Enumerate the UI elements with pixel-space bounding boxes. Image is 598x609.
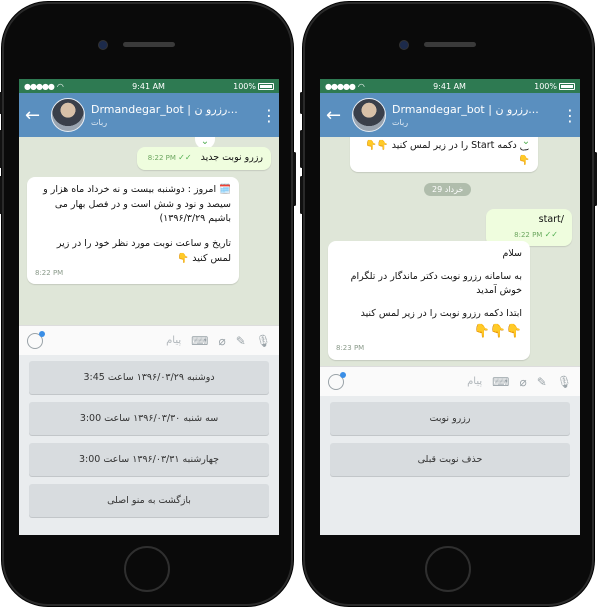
main-menu-button[interactable]: بازگشت به منو اصلی (29, 484, 269, 517)
power-button (293, 152, 296, 206)
avatar[interactable] (51, 98, 85, 132)
pointing-down-icon: 👇👇👇 (473, 323, 522, 339)
message-list[interactable]: وع دکمه Start را در زیر لمس کنید 👇👇👇 ⌄ 2… (320, 137, 580, 366)
power-button (594, 152, 597, 206)
message-time: 8:23 PM (336, 344, 365, 353)
battery-percent: 100% (233, 81, 256, 91)
chat-title: Drmandegar_bot | رزرو ن... (91, 103, 238, 116)
wifi-icon: ◠ (56, 81, 64, 91)
chat-subtitle: ربات (91, 118, 108, 127)
earpiece-speaker (123, 42, 175, 47)
wifi-icon: ◠ (357, 81, 365, 91)
chat-subtitle: ربات (392, 118, 409, 127)
message-time: 8:22 PM ✓✓ (514, 229, 558, 239)
message-text-line1: 🗓️ امروز : دوشنبه بیست و نه خرداد ماه هز… (43, 184, 231, 225)
screen: ●●●●● ◠ 9:41 AM 100% ← Drmandegar_bot | ر… (19, 79, 279, 535)
slot-button-2[interactable]: سه شنبه ۱۳۹۶/۰۳/۳۰ ساعت 3:00 (29, 402, 269, 435)
more-menu-icon[interactable]: ⋮ (562, 106, 578, 125)
mute-switch (300, 92, 303, 114)
sticker-icon[interactable]: ✎ (537, 375, 547, 389)
outgoing-message[interactable]: رزرو نوبت جدید 8:22 PM ✓✓ (137, 147, 271, 170)
message-composer: پیام ⌨ ⌀ ✎ 🎙 (320, 366, 580, 396)
incoming-message-partial[interactable]: وع دکمه Start را در زیر لمس کنید 👇👇👇 (350, 137, 538, 173)
message-time: 8:22 PM ✓✓ (147, 153, 192, 162)
phone-left: ●●●●● ◠ 9:41 AM 100% ← Drmandegar_bot | ر… (0, 2, 296, 606)
avatar[interactable] (352, 98, 386, 132)
emoji-icon[interactable] (328, 371, 346, 390)
incoming-message[interactable]: سلام به سامانه رزرو نوبت دکتر ماندگار در… (328, 241, 530, 360)
message-time: 8:22 PM (35, 268, 64, 277)
read-check-icon: ✓✓ (178, 153, 192, 162)
earpiece-speaker (424, 42, 476, 47)
home-button[interactable] (425, 546, 471, 592)
attach-icon[interactable]: ⌀ (519, 375, 526, 389)
signal-icon: ●●●●● (325, 81, 356, 91)
keyboard-icon[interactable]: ⌨ (492, 375, 509, 389)
battery-icon (258, 82, 274, 90)
more-menu-icon[interactable]: ⋮ (261, 106, 277, 125)
status-bar: ●●●●● ◠ 9:41 AM 100% (320, 79, 580, 93)
message-input[interactable]: پیام (354, 376, 482, 387)
bot-keyboard: دوشنبه ۱۳۹۶/۰۳/۲۹ ساعت 3:45 سه شنبه ۱۳۹۶… (19, 355, 279, 535)
message-text: /start (538, 214, 564, 225)
incoming-message[interactable]: 🗓️ امروز : دوشنبه بیست و نه خرداد ماه هز… (27, 177, 239, 285)
volume-down-button (300, 176, 303, 214)
chat-header: ← Drmandegar_bot | رزرو ن... ربات ⋮ (19, 93, 279, 137)
volume-down-button (0, 176, 2, 214)
back-arrow-icon[interactable]: ← (326, 105, 348, 126)
keyboard-icon[interactable]: ⌨ (191, 334, 208, 348)
slot-button-3[interactable]: چهارشنبه ۱۳۹۶/۰۳/۳۱ ساعت 3:00 (29, 443, 269, 476)
message-text: وع دکمه Start را در زیر لمس کنید 👇👇👇 (365, 140, 530, 166)
volume-up-button (300, 130, 303, 168)
message-text-line2: ابتدا دکمه رزرو نوبت را در زیر لمس کنید (360, 308, 522, 320)
status-time: 9:41 AM (132, 81, 165, 91)
chat-title: Drmandegar_bot | رزرو ن... (392, 103, 539, 116)
battery-icon (559, 82, 575, 90)
message-list[interactable]: ⌄ رزرو نوبت جدید 8:22 PM ✓✓ 🗓️ امروز : د… (19, 137, 279, 325)
mute-switch (0, 92, 2, 114)
message-text-line1: به سامانه رزرو نوبت دکتر ماندگار در تلگر… (350, 270, 522, 297)
date-separator: 29 خرداد (424, 183, 472, 196)
mic-icon[interactable]: 🎙 (256, 334, 271, 348)
signal-icon: ●●●●● (24, 81, 55, 91)
message-greeting: سلام (502, 248, 522, 259)
read-check-icon: ✓✓ (544, 229, 558, 239)
chat-title-block[interactable]: Drmandegar_bot | رزرو ن... ربات (392, 103, 562, 127)
back-arrow-icon[interactable]: ← (25, 105, 47, 126)
chat-header: ← Drmandegar_bot | رزرو ن... ربات ⋮ (320, 93, 580, 137)
status-time: 9:41 AM (433, 81, 466, 91)
mic-icon[interactable]: 🎙 (557, 375, 572, 389)
screen: ●●●●● ◠ 9:41 AM 100% ← Drmandegar_bot | ر… (320, 79, 580, 535)
attach-icon[interactable]: ⌀ (218, 334, 225, 348)
message-input[interactable]: پیام (53, 335, 181, 346)
message-text: رزرو نوبت جدید (200, 152, 263, 163)
front-camera (400, 41, 408, 49)
volume-up-button (0, 130, 2, 168)
slot-button-1[interactable]: دوشنبه ۱۳۹۶/۰۳/۲۹ ساعت 3:45 (29, 361, 269, 394)
chat-title-block[interactable]: Drmandegar_bot | رزرو ن... ربات (91, 103, 261, 127)
phone-right: ●●●●● ◠ 9:41 AM 100% ← Drmandegar_bot | ر… (300, 2, 597, 606)
message-composer: پیام ⌨ ⌀ ✎ 🎙 (19, 325, 279, 355)
status-bar: ●●●●● ◠ 9:41 AM 100% (19, 79, 279, 93)
front-camera (99, 41, 107, 49)
battery-percent: 100% (534, 81, 557, 91)
emoji-icon[interactable] (27, 330, 45, 349)
message-text-line2: تاریخ و ساعت نوبت مورد نظر خود را در زیر… (56, 238, 231, 264)
bot-keyboard: رزرو نوبت حذف نوبت قبلی (320, 396, 580, 535)
sticker-icon[interactable]: ✎ (236, 334, 246, 348)
delete-previous-button[interactable]: حذف نوبت قبلی (330, 443, 570, 476)
reserve-button[interactable]: رزرو نوبت (330, 402, 570, 435)
home-button[interactable] (124, 546, 170, 592)
